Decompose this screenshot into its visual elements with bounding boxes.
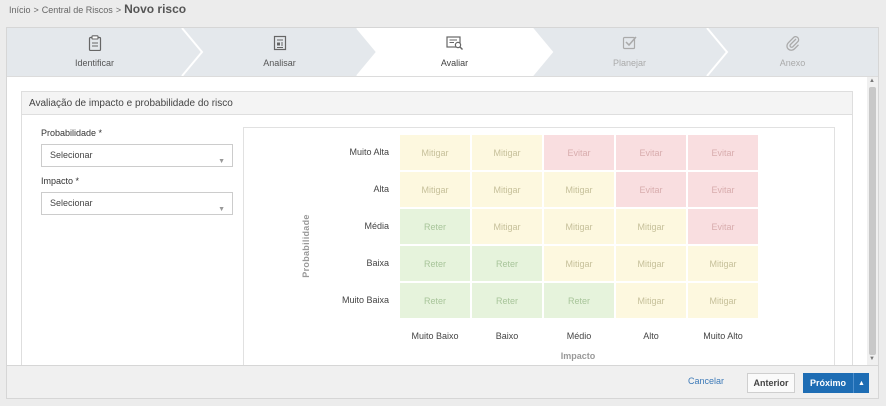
impacto-label: Impacto * <box>41 176 80 186</box>
risk-matrix: Probabilidade Muito Alta Alta Média Baix… <box>243 127 835 365</box>
matrix-cell[interactable]: Mitigar <box>544 246 614 281</box>
probabilidade-select-value: Selecionar <box>50 150 93 160</box>
scroll-down-icon[interactable]: ▼ <box>869 356 875 362</box>
matrix-cell[interactable]: Mitigar <box>616 209 686 244</box>
step-label: Anexo <box>779 58 806 68</box>
row-label: Muito Alta <box>349 147 389 157</box>
matrix-cell[interactable]: Reter <box>544 283 614 318</box>
paperclip-icon <box>707 35 878 51</box>
row-label: Baixa <box>366 258 389 268</box>
next-options-button[interactable]: ▲ <box>853 373 869 393</box>
x-axis-title: Impacto <box>560 351 596 361</box>
impacto-select[interactable]: Selecionar ▼ <box>41 192 233 215</box>
vertical-scrollbar[interactable]: ▲ ▼ <box>867 77 878 365</box>
matrix-cell[interactable]: Evitar <box>688 209 758 244</box>
probabilidade-label: Probabilidade * <box>41 128 103 138</box>
column-label: Médio <box>566 331 592 341</box>
matrix-cell[interactable]: Mitigar <box>472 209 542 244</box>
matrix-cell[interactable]: Mitigar <box>688 246 758 281</box>
step-avaliar[interactable]: Avaliar <box>357 28 552 76</box>
matrix-cell[interactable]: Mitigar <box>472 135 542 170</box>
matrix-cell[interactable]: Reter <box>400 246 470 281</box>
matrix-cell[interactable]: Mitigar <box>544 209 614 244</box>
breadcrumb-separator: > <box>115 5 122 15</box>
panel-title: Avaliação de impacto e probabilidade do … <box>22 92 852 115</box>
breadcrumb: Início > Central de Riscos > Novo risco <box>9 2 186 17</box>
column-label: Muito Alto <box>703 331 743 341</box>
form-search-icon <box>357 35 552 51</box>
scroll-up-icon[interactable]: ▲ <box>869 78 875 84</box>
step-label: Planejar <box>612 58 647 68</box>
matrix-cell[interactable]: Mitigar <box>544 172 614 207</box>
step-identificar[interactable]: Identificar <box>7 28 182 76</box>
matrix-cell[interactable]: Reter <box>400 283 470 318</box>
matrix-cell[interactable]: Reter <box>472 246 542 281</box>
column-label: Muito Baixo <box>411 331 459 341</box>
column-label: Alto <box>643 331 659 341</box>
previous-button[interactable]: Anterior <box>747 373 795 393</box>
matrix-cell[interactable]: Evitar <box>688 135 758 170</box>
step-label: Identificar <box>74 58 115 68</box>
matrix-cell[interactable]: Mitigar <box>688 283 758 318</box>
step-label: Avaliar <box>440 58 469 68</box>
step-analisar[interactable]: Analisar <box>182 28 377 76</box>
row-label: Média <box>364 221 389 231</box>
document-icon <box>182 35 377 51</box>
row-label: Alta <box>373 184 389 194</box>
breadcrumb-section-link[interactable]: Central de Riscos <box>42 3 113 17</box>
next-button[interactable]: Próximo <box>803 373 853 393</box>
step-label: Analisar <box>263 58 296 68</box>
matrix-cell[interactable]: Mitigar <box>616 283 686 318</box>
column-label: Baixo <box>495 331 519 341</box>
matrix-cell[interactable]: Reter <box>400 209 470 244</box>
breadcrumb-separator: > <box>33 5 39 15</box>
matrix-cell[interactable]: Evitar <box>688 172 758 207</box>
matrix-cell[interactable]: Mitigar <box>400 135 470 170</box>
caret-up-icon: ▲ <box>858 379 865 387</box>
matrix-cell[interactable]: Evitar <box>616 135 686 170</box>
row-label: Muito Baixa <box>341 295 389 305</box>
matrix-cell[interactable]: Evitar <box>616 172 686 207</box>
chevron-down-icon: ▼ <box>218 206 225 213</box>
breadcrumb-home-link[interactable]: Início <box>9 3 31 17</box>
matrix-cell[interactable]: Mitigar <box>616 246 686 281</box>
clipboard-icon <box>7 35 182 51</box>
impacto-select-value: Selecionar <box>50 198 93 208</box>
matrix-cell[interactable]: Evitar <box>544 135 614 170</box>
risk-evaluation-panel: Avaliação de impacto e probabilidade do … <box>21 91 853 365</box>
page-title: Novo risco <box>124 2 187 16</box>
scrollbar-thumb[interactable] <box>869 87 876 355</box>
step-anexo[interactable]: Anexo <box>707 28 878 76</box>
cancel-button[interactable]: Cancelar <box>688 376 724 386</box>
checkbox-icon <box>532 35 727 51</box>
step-planejar[interactable]: Planejar <box>532 28 727 76</box>
chevron-down-icon: ▼ <box>218 158 225 165</box>
wizard-steps: Identificar Analisar Avaliar Planejar An <box>7 28 878 76</box>
wizard-container: Identificar Analisar Avaliar Planejar An <box>6 27 879 399</box>
matrix-cell[interactable]: Mitigar <box>400 172 470 207</box>
matrix-cell[interactable]: Mitigar <box>472 172 542 207</box>
content-area: Avaliação de impacto e probabilidade do … <box>7 77 878 365</box>
probabilidade-select[interactable]: Selecionar ▼ <box>41 144 233 167</box>
wizard-footer: Cancelar Anterior Próximo ▲ <box>7 365 878 398</box>
matrix-cell[interactable]: Reter <box>472 283 542 318</box>
